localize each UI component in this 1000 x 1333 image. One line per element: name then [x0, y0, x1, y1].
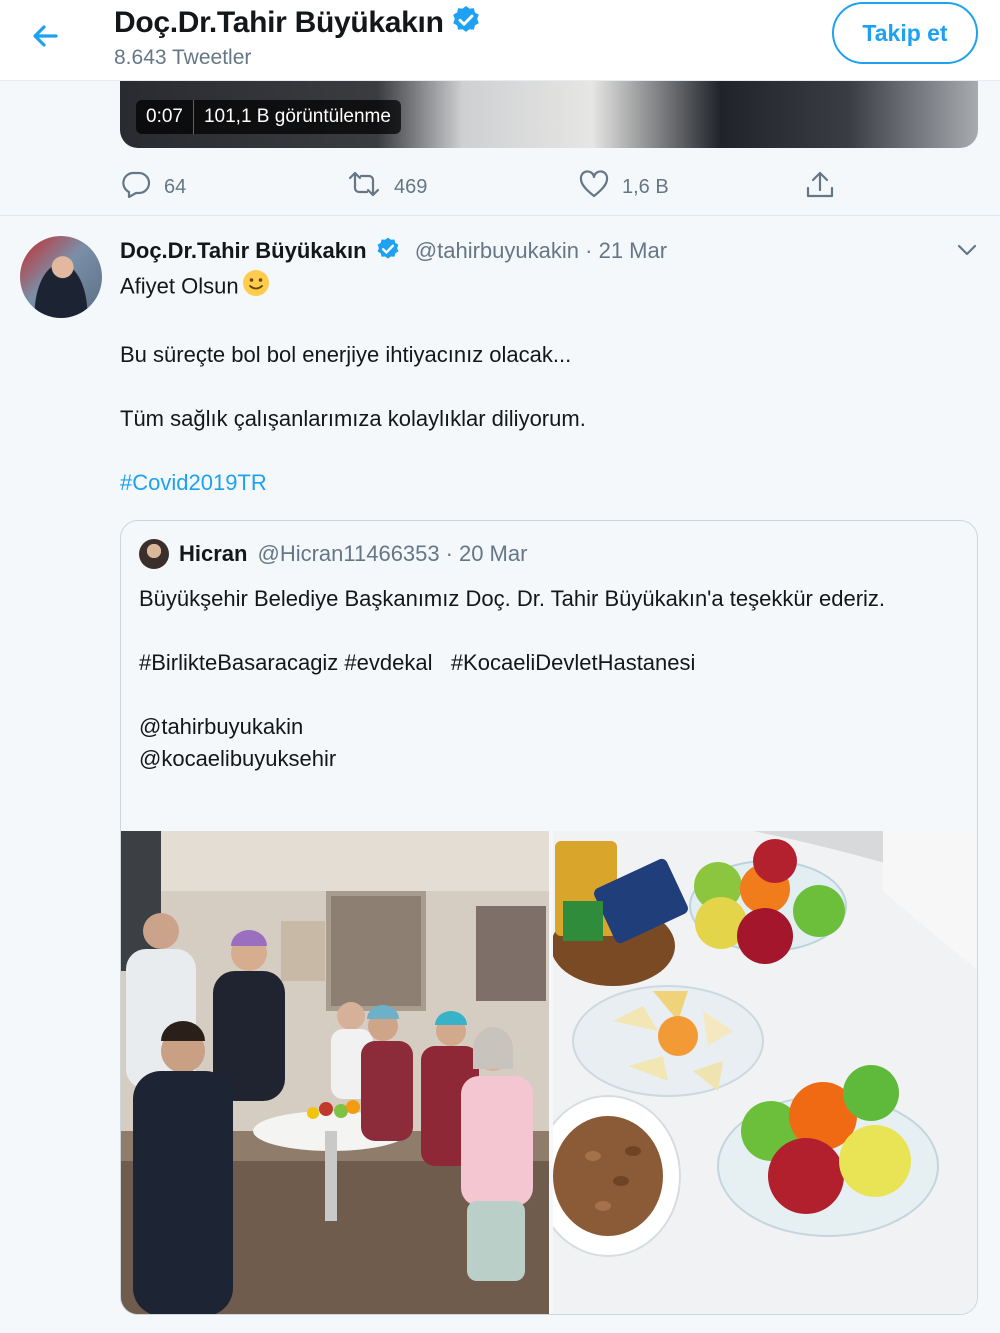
video-player[interactable]: 0:07 101,1 B görüntülenme — [120, 80, 978, 148]
author-name[interactable]: Doç.Dr.Tahir Büyükakın — [120, 238, 367, 263]
verified-badge-icon — [375, 236, 401, 268]
separator: · — [585, 237, 593, 263]
quoted-mention-1: @tahirbuyukakin — [139, 714, 304, 739]
tweet-text: Afiyet Olsun Bu süreçte bol bol enerjiye… — [120, 268, 980, 499]
smiley-emoji-icon — [241, 268, 271, 307]
quoted-tweet[interactable]: Hicran @Hicran11466353 · 20 Mar Büyükşeh… — [120, 520, 978, 1315]
reply-icon — [120, 170, 164, 204]
video-info-badge: 0:07 101,1 B görüntülenme — [136, 100, 401, 134]
quoted-author-name: Hicran — [179, 541, 248, 566]
staff-photo[interactable] — [121, 831, 549, 1314]
chevron-down-icon[interactable] — [954, 240, 980, 260]
author-handle[interactable]: @tahirbuyukakin — [415, 238, 579, 263]
tweet-date[interactable]: 21 Mar — [599, 238, 667, 263]
video-views: 101,1 B görüntülenme — [203, 106, 391, 127]
tweet-actions: 64 469 1,6 B — [120, 170, 840, 200]
retweet-count: 469 — [394, 175, 428, 198]
share-icon — [804, 170, 848, 206]
hashtag-link[interactable]: #Covid2019TR — [120, 470, 267, 495]
quoted-media — [121, 831, 977, 1314]
profile-name: Doç.Dr.Tahir Büyükakın — [114, 5, 444, 39]
reply-count: 64 — [164, 175, 187, 198]
tweet-line-1: Afiyet Olsun — [120, 273, 239, 299]
quoted-author-handle: @Hicran11466353 — [257, 541, 440, 566]
quoted-tweet-header: Hicran @Hicran11466353 · 20 Mar — [139, 539, 527, 569]
profile-title: Doç.Dr.Tahir Büyükakın — [114, 4, 482, 44]
retweet-button[interactable]: 469 — [346, 170, 427, 204]
tweet-count: 8.643 Tweetler — [114, 46, 252, 69]
share-button[interactable] — [804, 170, 848, 206]
quoted-hashtags: #BirlikteBasaracagiz #evdekal #KocaeliDe… — [139, 650, 696, 675]
reply-button[interactable]: 64 — [120, 170, 186, 204]
like-button[interactable]: 1,6 B — [578, 170, 669, 204]
avatar[interactable] — [20, 236, 102, 318]
video-duration: 0:07 — [136, 100, 194, 134]
back-arrow-icon[interactable] — [26, 18, 70, 54]
retweet-icon — [346, 170, 394, 204]
like-count: 1,6 B — [622, 175, 669, 198]
quoted-tweet-date: 20 Mar — [458, 541, 528, 566]
previous-tweet: 0:07 101,1 B görüntülenme 64 469 1,6 B — [0, 80, 1000, 216]
avatar — [139, 539, 169, 569]
quoted-tweet-text: Büyükşehir Belediye Başkanımız Doç. Dr. … — [139, 583, 949, 775]
tweet-line-2: Bu süreçte bol bol enerjiye ihtiyacınız … — [120, 342, 572, 367]
verified-badge-icon — [450, 4, 482, 44]
separator: · — [445, 541, 453, 566]
fruits-photo[interactable] — [553, 831, 977, 1314]
follow-button[interactable]: Takip et — [832, 2, 978, 64]
tweet-header: Doç.Dr.Tahir Büyükakın @tahirbuyukakin ·… — [120, 236, 667, 268]
like-icon — [578, 170, 622, 204]
profile-header: Doç.Dr.Tahir Büyükakın 8.643 Tweetler Ta… — [0, 0, 1000, 81]
quoted-text-line: Büyükşehir Belediye Başkanımız Doç. Dr. … — [139, 586, 886, 611]
tweet-line-3: Tüm sağlık çalışanlarımıza kolaylıklar d… — [120, 406, 586, 431]
quoted-mention-2: @kocaelibuyuksehir — [139, 746, 337, 771]
